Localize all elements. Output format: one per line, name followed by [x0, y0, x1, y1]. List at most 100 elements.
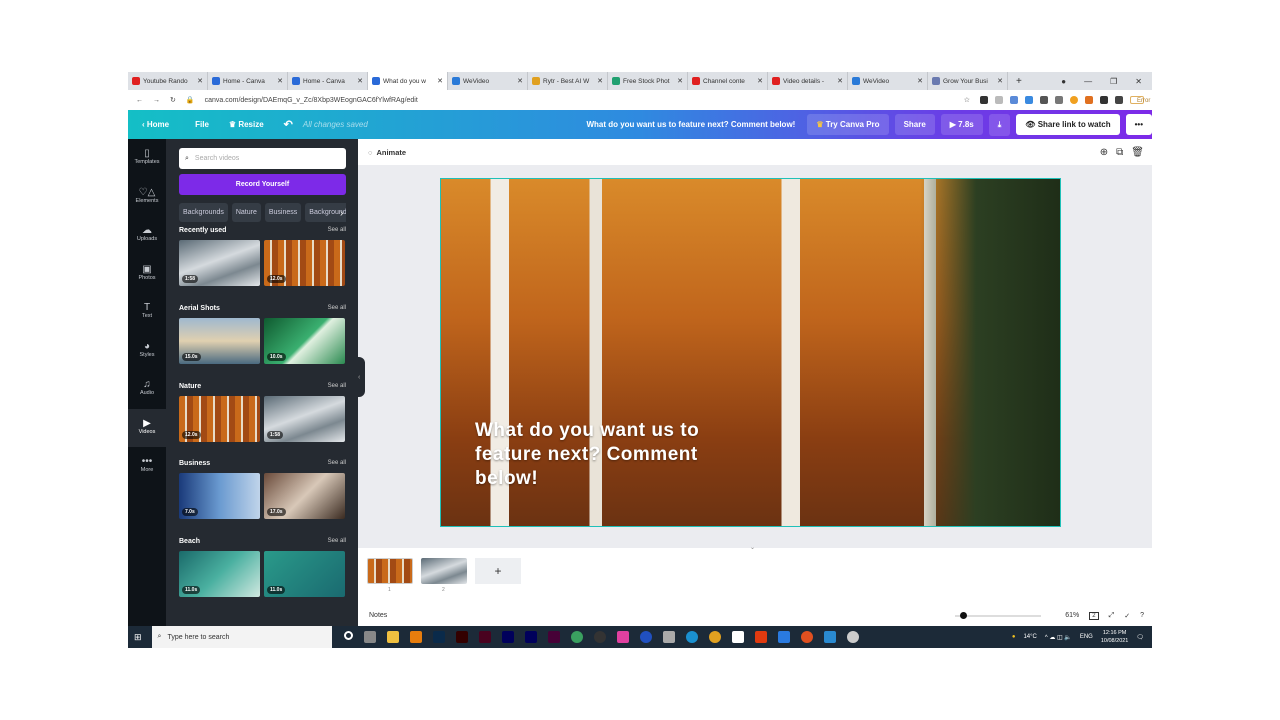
new-tab-button[interactable]: + [1008, 76, 1030, 87]
extension-icon[interactable] [1010, 96, 1018, 104]
browser-tab[interactable]: Grow Your Busi ✕ [928, 72, 1008, 90]
reload-icon[interactable]: ↻ [170, 96, 176, 104]
extension-icon[interactable] [980, 96, 988, 104]
file-explorer-icon[interactable] [386, 631, 399, 643]
tab-close-icon[interactable]: ✕ [437, 77, 443, 85]
rail-item-text[interactable]: T Text [128, 293, 166, 332]
video-thumbnail[interactable]: 11.0s [264, 551, 345, 597]
profile-error-button[interactable]: Error [1130, 96, 1150, 104]
record-yourself-button[interactable]: Record Yourself [179, 174, 346, 195]
delete-page-icon[interactable]: 🗑 [1131, 147, 1144, 158]
office-icon[interactable] [754, 631, 767, 643]
rail-item-templates[interactable]: ▯ Templates [128, 139, 166, 178]
file-menu[interactable]: File [195, 120, 209, 129]
share-link-button[interactable]: 👁 Share link to watch [1016, 114, 1120, 135]
video-thumbnail[interactable]: 12.0s [179, 396, 260, 442]
design-title[interactable]: What do you want us to feature next? Com… [586, 120, 795, 129]
browser-tab[interactable]: What do you w ✕ [368, 72, 448, 90]
blender-icon[interactable] [409, 631, 422, 643]
rail-item-videos[interactable]: ▶ Videos [128, 408, 166, 447]
extension-icon[interactable] [1070, 96, 1078, 104]
see-all-link[interactable]: See all [328, 538, 346, 545]
tab-close-icon[interactable]: ✕ [997, 77, 1003, 85]
video-thumbnail[interactable]: 17.0s [264, 473, 345, 519]
tab-close-icon[interactable]: ✕ [517, 77, 523, 85]
illustrator-icon[interactable] [455, 631, 468, 643]
video-thumbnail[interactable]: 12.0s [264, 240, 345, 286]
browser-tab[interactable]: Home - Canva ✕ [288, 72, 368, 90]
undo-icon[interactable]: ↶ [284, 118, 293, 131]
tab-close-icon[interactable]: ✕ [917, 77, 923, 85]
profile-icon[interactable]: ● [1061, 77, 1066, 86]
clock[interactable]: 12:16 PM 10/08/2021 [1101, 629, 1129, 645]
add-page-icon[interactable]: ⊕ [1100, 147, 1108, 158]
chips-next-icon[interactable]: › [340, 208, 343, 219]
tab-close-icon[interactable]: ✕ [597, 77, 603, 85]
photos-icon[interactable] [823, 631, 836, 643]
browser-tab[interactable]: Channel conte ✕ [688, 72, 768, 90]
language[interactable]: ENG [1080, 634, 1093, 640]
video-thumbnail[interactable]: 1:58 [264, 396, 345, 442]
extension-icon[interactable] [1055, 96, 1063, 104]
edge-icon[interactable] [685, 631, 698, 643]
browser-tab[interactable]: Rytr - Best AI W ✕ [528, 72, 608, 90]
notion-icon[interactable] [731, 631, 744, 643]
notes-button[interactable]: Notes [369, 612, 387, 619]
video-thumbnail[interactable]: 15.0s [179, 318, 260, 364]
duplicate-page-icon[interactable]: ⧉ [1116, 147, 1123, 158]
taskbar-search[interactable]: ⌕ Type here to search [151, 626, 332, 648]
video-thumbnail[interactable]: 10.0s [264, 318, 345, 364]
app-icon[interactable] [800, 631, 813, 643]
design-canvas[interactable]: What do you want us to feature next? Com… [440, 178, 1061, 527]
tray-icons[interactable]: ^ ☁ ◫ 🔈 [1045, 634, 1072, 641]
rail-item-uploads[interactable]: ☁ Uploads [128, 216, 166, 255]
zoom-slider[interactable] [955, 611, 1042, 619]
forward-icon[interactable]: → [153, 97, 160, 104]
download-icon[interactable]: ⤓ [988, 113, 1011, 136]
obs-icon[interactable] [593, 631, 606, 643]
see-all-link[interactable]: See all [328, 460, 346, 467]
rail-item-elements[interactable]: ♡△ Elements [128, 178, 166, 217]
play-button[interactable]: ▶ 7.8s [940, 114, 983, 135]
docs-icon[interactable] [777, 631, 790, 643]
maximize-button[interactable]: ❐ [1110, 77, 1117, 86]
chrome-icon[interactable] [708, 631, 721, 643]
browser-tab[interactable]: Video details - ✕ [768, 72, 848, 90]
see-all-link[interactable]: See all [328, 383, 346, 390]
settings-icon[interactable] [846, 631, 859, 643]
zoom-slider-thumb[interactable] [960, 611, 968, 619]
resize-button[interactable]: ♛ Resize [229, 120, 264, 129]
rail-item-styles[interactable]: ◕ Styles [128, 332, 166, 371]
extension-icon[interactable] [995, 96, 1003, 104]
browser-tab[interactable]: Free Stock Phot ✕ [608, 72, 688, 90]
cortana-icon[interactable] [343, 631, 353, 640]
url-field[interactable]: canva.com/design/DAEmqG_v_Zc/8Xbp3WEognG… [205, 97, 954, 104]
animate-button[interactable]: Animate [376, 148, 406, 157]
tab-close-icon[interactable]: ✕ [277, 77, 283, 85]
extension-icon[interactable] [1100, 96, 1108, 104]
xd-icon[interactable] [547, 631, 560, 643]
tab-close-icon[interactable]: ✕ [197, 77, 203, 85]
check-icon[interactable]: ✓ [1124, 612, 1130, 620]
tab-close-icon[interactable]: ✕ [677, 77, 683, 85]
extension-icon[interactable] [1085, 96, 1093, 104]
page-thumbnail-1[interactable] [367, 558, 413, 584]
design-text[interactable]: What do you want us to feature next? Com… [475, 419, 715, 491]
rail-item-audio[interactable]: ♫ Audio [128, 370, 166, 409]
bookmark-star-icon[interactable]: ☆ [964, 96, 970, 104]
more-button[interactable]: ••• [1125, 114, 1152, 135]
app-icon[interactable] [570, 631, 583, 643]
chip-nature[interactable]: Nature [231, 203, 261, 222]
chip-business[interactable]: Business [264, 203, 302, 222]
add-page-button[interactable]: + [475, 558, 521, 584]
puzzle-icon[interactable] [1115, 96, 1123, 104]
video-thumbnail[interactable]: 1:58 [179, 240, 260, 286]
search-input[interactable]: ⌕ Search videos [179, 148, 346, 169]
rail-item-more[interactable]: ••• More [128, 447, 166, 486]
browser-tab[interactable]: WeVideo ✕ [448, 72, 528, 90]
share-button[interactable]: Share [894, 114, 935, 135]
collapse-pages-icon[interactable]: ⌄ [750, 544, 755, 551]
task-view-icon[interactable] [363, 631, 376, 643]
browser-tab[interactable]: WeVideo ✕ [848, 72, 928, 90]
try-canva-pro-button[interactable]: ♛ Try Canva Pro [807, 114, 889, 135]
